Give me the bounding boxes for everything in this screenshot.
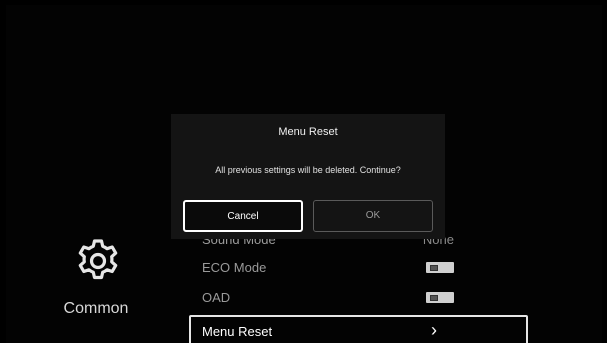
eco-mode-toggle[interactable] <box>426 262 454 273</box>
menu-item-label: ECO Mode <box>202 260 267 275</box>
tv-settings-screen: Common Sound Mode None ECO Mode OAD Menu… <box>6 5 602 343</box>
menu-item-menu-reset[interactable]: Menu Reset › <box>189 315 528 343</box>
chevron-right-icon: › <box>431 320 437 340</box>
menu-item-label: OAD <box>202 290 231 305</box>
cancel-button[interactable]: Cancel <box>183 200 303 232</box>
oad-toggle[interactable] <box>426 292 454 303</box>
dialog-title: Menu Reset <box>278 126 338 138</box>
menu-item-label: Menu Reset <box>202 324 273 339</box>
menu-item-oad[interactable]: OAD <box>189 284 528 312</box>
ok-button[interactable]: OK <box>313 200 433 232</box>
gear-icon <box>78 239 118 280</box>
dialog-message: All previous settings will be deleted. C… <box>215 165 401 175</box>
menu-reset-dialog: Menu Reset All previous settings will be… <box>171 114 445 239</box>
category-label[interactable]: Common <box>56 300 136 318</box>
menu-item-eco-mode[interactable]: ECO Mode <box>189 254 528 282</box>
